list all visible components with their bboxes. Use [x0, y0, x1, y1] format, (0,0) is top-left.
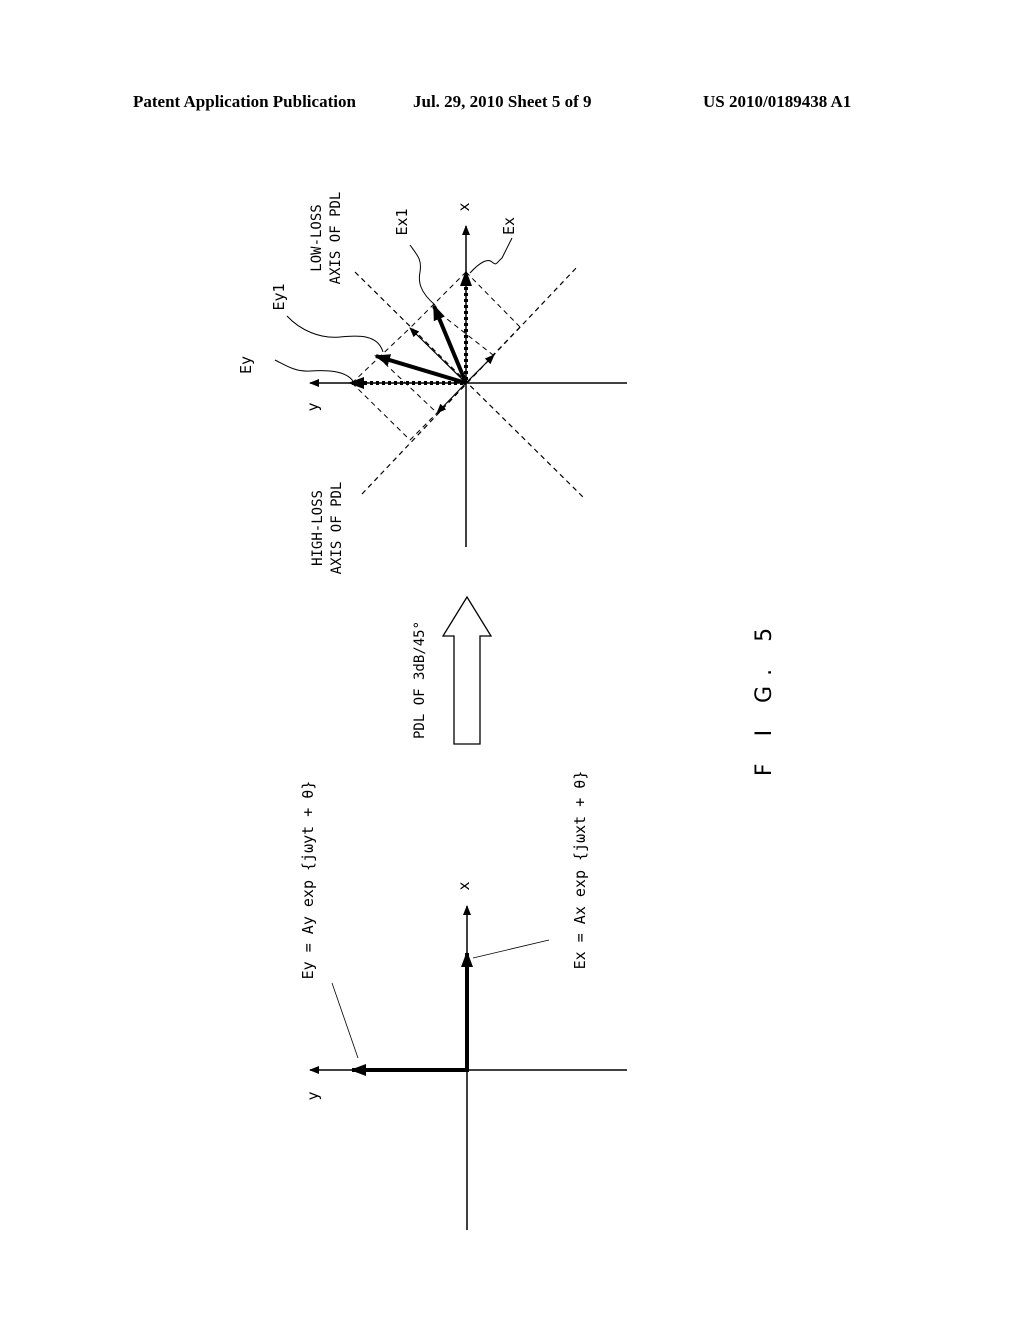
before-y-axis-label: y — [304, 1091, 322, 1100]
after-y-axis-label: y — [304, 402, 322, 411]
after-x-axis-label: x — [455, 202, 473, 211]
ey-equation: Ey = Ay exp {jωyt + θ} — [299, 781, 317, 980]
ex1-label: Ex1 — [393, 208, 411, 235]
ex1-vector — [432, 304, 468, 384]
figure-5-drawing: x y Ex Ex1 Ey1 Ey LOW-LOSS AXIS OF PDL H… — [237, 192, 777, 1230]
high-loss-label-line2: AXIS OF PDL — [329, 482, 345, 575]
pdl-transition-label: PDL OF 3dB/45° — [412, 621, 428, 739]
after-pdl-diagram: x y Ex Ex1 Ey1 Ey LOW-LOSS AXIS OF PDL H… — [237, 192, 627, 575]
ey1-leader — [286, 315, 384, 353]
figure-label: F I G. 5 — [752, 618, 777, 776]
before-x-axis-label: x — [455, 881, 473, 890]
ey-equation-leader — [331, 982, 359, 1059]
high-loss-label-line1: HIGH-LOSS — [310, 490, 326, 566]
ey-leader — [274, 359, 354, 382]
ex-equation: Ex = Ax exp {jωxt + θ} — [571, 771, 589, 970]
pdl-transition: PDL OF 3dB/45° — [412, 595, 493, 745]
high-loss-component-arrow-up — [465, 354, 495, 384]
hollow-up-arrow — [441, 595, 493, 745]
ex1-leader — [409, 244, 436, 306]
ex-leader — [469, 237, 513, 274]
high-loss-component-arrow-down — [436, 382, 467, 414]
high-loss-axis-line — [361, 265, 579, 495]
after-ex-label: Ex — [500, 217, 518, 235]
low-loss-label-line2: AXIS OF PDL — [328, 192, 344, 285]
after-ey-label: Ey — [237, 356, 255, 374]
ey1-label: Ey1 — [270, 283, 288, 310]
ex-equation-leader — [472, 939, 550, 959]
before-pdl-diagram: x y Ex = Ax exp {jωxt + θ} Ey = Ay exp {… — [299, 771, 627, 1230]
low-loss-label-line1: LOW-LOSS — [309, 204, 325, 271]
